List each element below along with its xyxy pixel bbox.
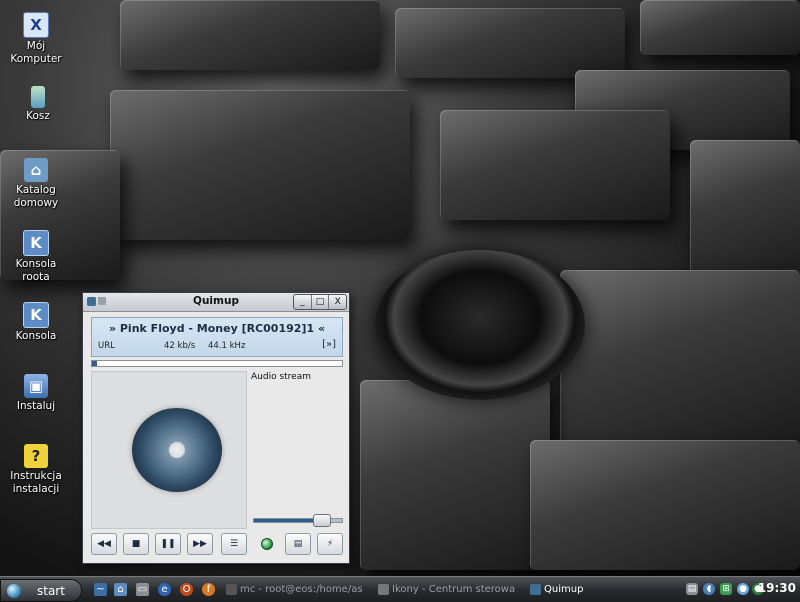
desktop-icon-console[interactable]: K Konsola [0, 302, 72, 343]
volume-icon[interactable]: ◖ [703, 583, 715, 595]
desktop-icon-root-console[interactable]: K Konsola roota [0, 230, 72, 284]
lightning-icon: ⚡ [326, 539, 334, 549]
home-icon[interactable]: ⌂ [114, 583, 127, 596]
stop-icon: ■ [131, 539, 141, 549]
minimal-view-button[interactable]: ▤ [285, 533, 311, 555]
background-cube [440, 110, 670, 220]
desktop-icon-label: Kosz [26, 110, 50, 122]
terminal-task-icon [226, 584, 237, 595]
desktop-icon-label: Konsola roota [15, 258, 57, 283]
root-console-icon: K [23, 230, 49, 256]
background-cube [690, 140, 800, 280]
window-buttons: _ □ X [293, 294, 347, 310]
trash-icon [31, 86, 45, 108]
quimup-task-icon [530, 584, 541, 595]
pause-button[interactable]: ❚❚ [155, 533, 181, 555]
time-progress-bar[interactable] [91, 360, 343, 367]
settings-button[interactable]: ⚡ [317, 533, 343, 555]
playlist-icon: ☰ [229, 539, 239, 549]
terminal-icon[interactable]: ▭ [136, 583, 149, 596]
minimize-button[interactable]: _ [294, 295, 311, 309]
desktop-icon-trash[interactable]: Kosz [2, 86, 74, 123]
network-icon[interactable]: ⊞ [720, 583, 732, 595]
speaker-decoration [375, 250, 585, 400]
background-cube [530, 440, 800, 570]
window-mode-icon: ▤ [293, 539, 303, 549]
taskbar: start ~ ⌂ ▭ e O f mc - root@eos:/home/as… [0, 576, 800, 602]
bitrate: 42 kb/s [164, 341, 196, 351]
desktop-icon-label: Mój Komputer [10, 40, 62, 65]
background-cube [560, 270, 800, 450]
desktop-icon-label: Instaluj [16, 400, 56, 412]
album-art [91, 371, 247, 529]
background-cube [110, 90, 410, 240]
install-icon: ▣ [24, 374, 48, 398]
desktop-icon-label: Konsola [15, 330, 57, 342]
start-label: start [37, 583, 65, 598]
background-cube [640, 0, 800, 55]
previous-icon: ◀◀ [97, 539, 111, 549]
task-quimup[interactable]: Quimup [530, 580, 610, 599]
volume-slider[interactable] [253, 514, 343, 527]
console-icon: K [23, 302, 49, 328]
control-center-task-icon [378, 584, 389, 595]
source-type: URL [98, 341, 115, 351]
desktop-icon[interactable]: ~ [94, 583, 107, 596]
start-orb-icon [7, 583, 21, 598]
x-window-icon: X [23, 12, 49, 38]
update-icon[interactable]: ● [737, 583, 749, 595]
quimup-window: Quimup _ □ X » Pink Floyd - Money [RC001… [82, 292, 350, 564]
desktop-icon-home[interactable]: ⌂ Katalog domowy [0, 158, 72, 210]
next-button[interactable]: ▶▶ [187, 533, 213, 555]
desktop-icon-my-computer[interactable]: X Mój Komputer [0, 12, 72, 66]
song-info-panel: » Pink Floyd - Money [RC00192]1 « URL 42… [91, 317, 343, 357]
sample-rate: 44.1 kHz [208, 341, 246, 351]
volume-handle[interactable] [312, 514, 331, 527]
clock: 19:30 [757, 581, 796, 595]
task-label: Quimup [544, 584, 584, 595]
task-control-center[interactable]: Ikony - Centrum sterowa [378, 580, 526, 599]
task-label: Ikony - Centrum sterowa [392, 584, 516, 595]
close-button[interactable]: X [328, 295, 346, 309]
stream-label: Audio stream [251, 372, 311, 382]
background-cube [395, 8, 625, 78]
previous-button[interactable]: ◀◀ [91, 533, 117, 555]
firefox-icon[interactable]: f [202, 583, 215, 596]
browser-icon[interactable]: e [158, 583, 171, 596]
disc-icon [132, 408, 222, 492]
desktop-icon-label: Katalog domowy [13, 184, 59, 209]
background-cube [360, 380, 550, 570]
desktop-icon-label: Instrukcja instalacji [10, 470, 62, 495]
desktop-icon-install-guide[interactable]: ? Instrukcja instalacji [0, 444, 72, 496]
pause-icon: ❚❚ [160, 539, 176, 549]
song-title: » Pink Floyd - Money [RC00192]1 « [108, 322, 326, 335]
stop-button[interactable]: ■ [123, 533, 149, 555]
playlist-button[interactable]: ☰ [221, 533, 247, 555]
task-label: mc - root@eos:/home/as [240, 584, 363, 595]
task-mc[interactable]: mc - root@eos:/home/as [226, 580, 366, 599]
maximize-button[interactable]: □ [310, 295, 329, 309]
background-cube [120, 0, 380, 70]
start-button[interactable]: start [0, 579, 82, 602]
clipboard-icon[interactable]: ▤ [686, 583, 698, 595]
progress-fill [92, 361, 97, 366]
playback-controls: ◀◀ ■ ❚❚ ▶▶ ☰ ▤ ⚡ [91, 533, 343, 555]
desktop-icon-install[interactable]: ▣ Instaluj [0, 374, 72, 413]
window-titlebar[interactable]: Quimup _ □ X [83, 293, 349, 312]
next-icon: ▶▶ [193, 539, 207, 549]
status-led-icon [261, 538, 273, 550]
install-guide-icon: ? [24, 444, 48, 468]
home-folder-icon: ⌂ [24, 158, 48, 182]
opera-icon[interactable]: O [180, 583, 193, 596]
more-info-button[interactable]: [»] [322, 339, 336, 350]
